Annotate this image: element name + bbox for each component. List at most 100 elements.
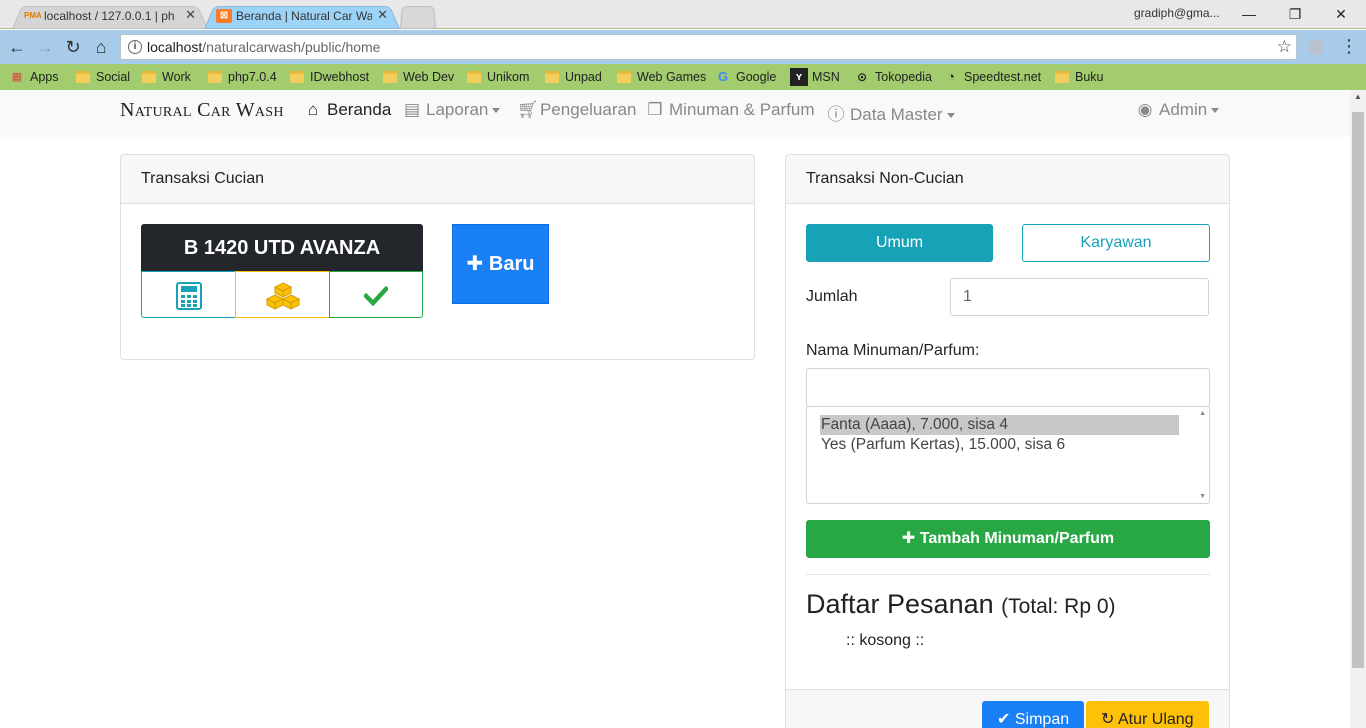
card-transaksi-cucian: Transaksi Cucian B 1420 UTD AVANZA ✚ Bar… — [120, 154, 755, 360]
scroll-down-arrow-icon[interactable]: ▼ — [1199, 493, 1206, 500]
nav-minuman-parfum[interactable]: ❒ Minuman & Parfum — [646, 100, 815, 120]
info-icon: ⓘ — [827, 105, 845, 124]
address-bar[interactable]: i localhost/naturalcarwash/public/home ☆ — [120, 34, 1297, 60]
card-title: Transaksi Non-Cucian — [786, 155, 1229, 204]
tab-close-icon[interactable]: ✕ — [185, 3, 196, 27]
nav-data-master[interactable]: ⓘ Data Master — [827, 100, 955, 125]
order-list-title: Daftar Pesanan — [806, 589, 994, 619]
nav-label: Beranda — [327, 100, 392, 119]
tab-close-icon[interactable]: ✕ — [377, 3, 388, 27]
scroll-up-arrow-icon[interactable]: ▲ — [1350, 92, 1366, 101]
bookmark-buku[interactable]: Buku — [1053, 68, 1104, 86]
check-icon: ✔ — [997, 711, 1011, 728]
caret-down-icon — [492, 108, 501, 114]
close-window-icon[interactable]: ✕ — [1318, 0, 1364, 29]
plus-icon: ✚ — [466, 253, 484, 275]
bookmark-label: Tokopedia — [875, 70, 932, 84]
calculator-button[interactable] — [141, 271, 236, 318]
bookmark-webdev[interactable]: Web Dev — [381, 68, 454, 86]
bookmark-php[interactable]: php7.0.4 — [206, 68, 277, 86]
car-wash-tile: B 1420 UTD AVANZA — [141, 224, 423, 320]
calculator-icon — [175, 281, 202, 310]
card-transaksi-non-cucian: Transaksi Non-Cucian Umum Karyawan Jumla… — [785, 154, 1230, 728]
nav-beranda[interactable]: ⌂ Beranda — [304, 100, 391, 120]
card-footer: ✔ Simpan ↻ Atur Ulang — [786, 689, 1229, 728]
order-list-heading: Daftar Pesanan (Total: Rp 0) — [806, 589, 1116, 620]
restore-icon[interactable]: ❐ — [1272, 0, 1318, 29]
scrollbar-thumb[interactable] — [1352, 112, 1364, 668]
folder-icon — [617, 71, 631, 83]
select-option[interactable]: Yes (Parfum Kertas), 15.000, sisa 6 — [820, 435, 1179, 455]
bookmark-star-icon[interactable]: ☆ — [1277, 35, 1292, 59]
folder-icon — [1055, 71, 1069, 83]
jumlah-input[interactable]: 1 — [950, 278, 1209, 316]
reset-button[interactable]: ↻ Atur Ulang — [1086, 701, 1209, 728]
umum-button[interactable]: Umum — [806, 224, 993, 262]
url-host: localhost — [147, 39, 203, 55]
tab-title: Beranda | Natural Car Wa — [236, 9, 372, 23]
browser-tab-phpmyadmin[interactable]: PMA localhost / 127.0.0.1 | ph ✕ — [12, 3, 208, 29]
bookmark-speedtest[interactable]: ◔ Speedtest.net — [942, 68, 1041, 86]
karyawan-button[interactable]: Karyawan — [1022, 224, 1210, 262]
bookmark-label: Web Games — [637, 70, 707, 84]
nav-user-menu[interactable]: ◉ Admin — [1136, 100, 1220, 120]
folder-icon — [383, 71, 397, 83]
bookmark-label: Buku — [1075, 70, 1104, 84]
bookmark-social[interactable]: Social — [74, 68, 130, 86]
reload-icon[interactable]: ↻ — [60, 34, 86, 60]
bookmark-label: Google — [736, 70, 777, 84]
button-label: Tambah Minuman/Parfum — [919, 530, 1115, 547]
chrome-menu-icon[interactable]: ⋮ — [1340, 36, 1358, 56]
forward-arrow-icon[interactable]: → — [32, 34, 58, 60]
bookmark-idwebhost[interactable]: IDwebhost — [288, 68, 369, 86]
bookmark-unikom[interactable]: Unikom — [465, 68, 529, 86]
minimize-icon[interactable]: — — [1226, 0, 1272, 29]
extension-icon[interactable] — [1308, 39, 1324, 55]
car-plate-label[interactable]: B 1420 UTD AVANZA — [141, 224, 423, 272]
tab-title: localhost / 127.0.0.1 | ph — [44, 9, 175, 23]
nav-pengeluaran[interactable]: 🛒︎Pengeluaran — [517, 100, 636, 120]
select-option[interactable]: Fanta (Aaaa), 7.000, sisa 4 — [820, 415, 1179, 435]
info-icon[interactable]: i — [128, 40, 142, 54]
nama-search-input[interactable] — [806, 368, 1210, 407]
browser-tab-beranda[interactable]: ⊠ Beranda | Natural Car Wa ✕ — [204, 3, 400, 29]
folder-icon — [142, 71, 156, 83]
folder-icon — [545, 71, 559, 83]
page-scrollbar[interactable]: ▲ — [1350, 90, 1366, 728]
bookmark-msn[interactable]: ʏ MSN — [790, 68, 840, 86]
divider — [806, 574, 1210, 575]
bookmark-apps[interactable]: ▦ Apps — [8, 68, 59, 86]
folder-icon — [467, 71, 481, 83]
save-button[interactable]: ✔ Simpan — [982, 701, 1085, 728]
back-arrow-icon[interactable]: ← — [4, 34, 30, 60]
home-icon[interactable]: ⌂ — [88, 34, 114, 60]
nav-laporan[interactable]: ▤ Laporan — [403, 100, 501, 120]
home-icon: ⌂ — [307, 100, 319, 119]
order-total: (Total: Rp 0) — [1001, 595, 1116, 618]
caret-down-icon — [1211, 108, 1220, 114]
scroll-up-arrow-icon[interactable]: ▲ — [1199, 410, 1206, 417]
jumlah-label: Jumlah — [806, 288, 858, 305]
bookmark-label: Apps — [30, 70, 59, 84]
complete-button[interactable] — [329, 271, 423, 318]
items-button[interactable] — [235, 271, 330, 318]
bookmark-tokopedia[interactable]: ⊙ Tokopedia — [853, 68, 932, 86]
new-transaction-button[interactable]: ✚ Baru — [452, 224, 549, 304]
empty-order-text: :: kosong :: — [846, 632, 925, 649]
url-path: /naturalcarwash/public/home — [202, 39, 381, 55]
product-select-list[interactable]: Fanta (Aaaa), 7.000, sisa 4 Yes (Parfum … — [806, 406, 1210, 504]
cubes-icon — [265, 282, 300, 310]
bookmark-unpad[interactable]: Unpad — [543, 68, 602, 86]
bookmark-google[interactable]: G Google — [714, 68, 776, 86]
new-tab-button[interactable] — [400, 3, 436, 29]
bookmark-work[interactable]: Work — [140, 68, 191, 86]
add-product-button[interactable]: ✚ Tambah Minuman/Parfum — [806, 520, 1210, 558]
plus-icon: ✚ — [901, 530, 916, 547]
bookmark-label: Web Dev — [403, 70, 455, 84]
bookmark-webgames[interactable]: Web Games — [615, 68, 706, 86]
button-label: Atur Ulang — [1117, 711, 1194, 728]
nav-label: Minuman & Parfum — [669, 100, 815, 119]
profile-name[interactable]: gradiph@gma... — [1134, 6, 1220, 20]
caret-down-icon — [946, 113, 955, 119]
brand-logo[interactable]: Natural Car Wash — [120, 99, 284, 122]
